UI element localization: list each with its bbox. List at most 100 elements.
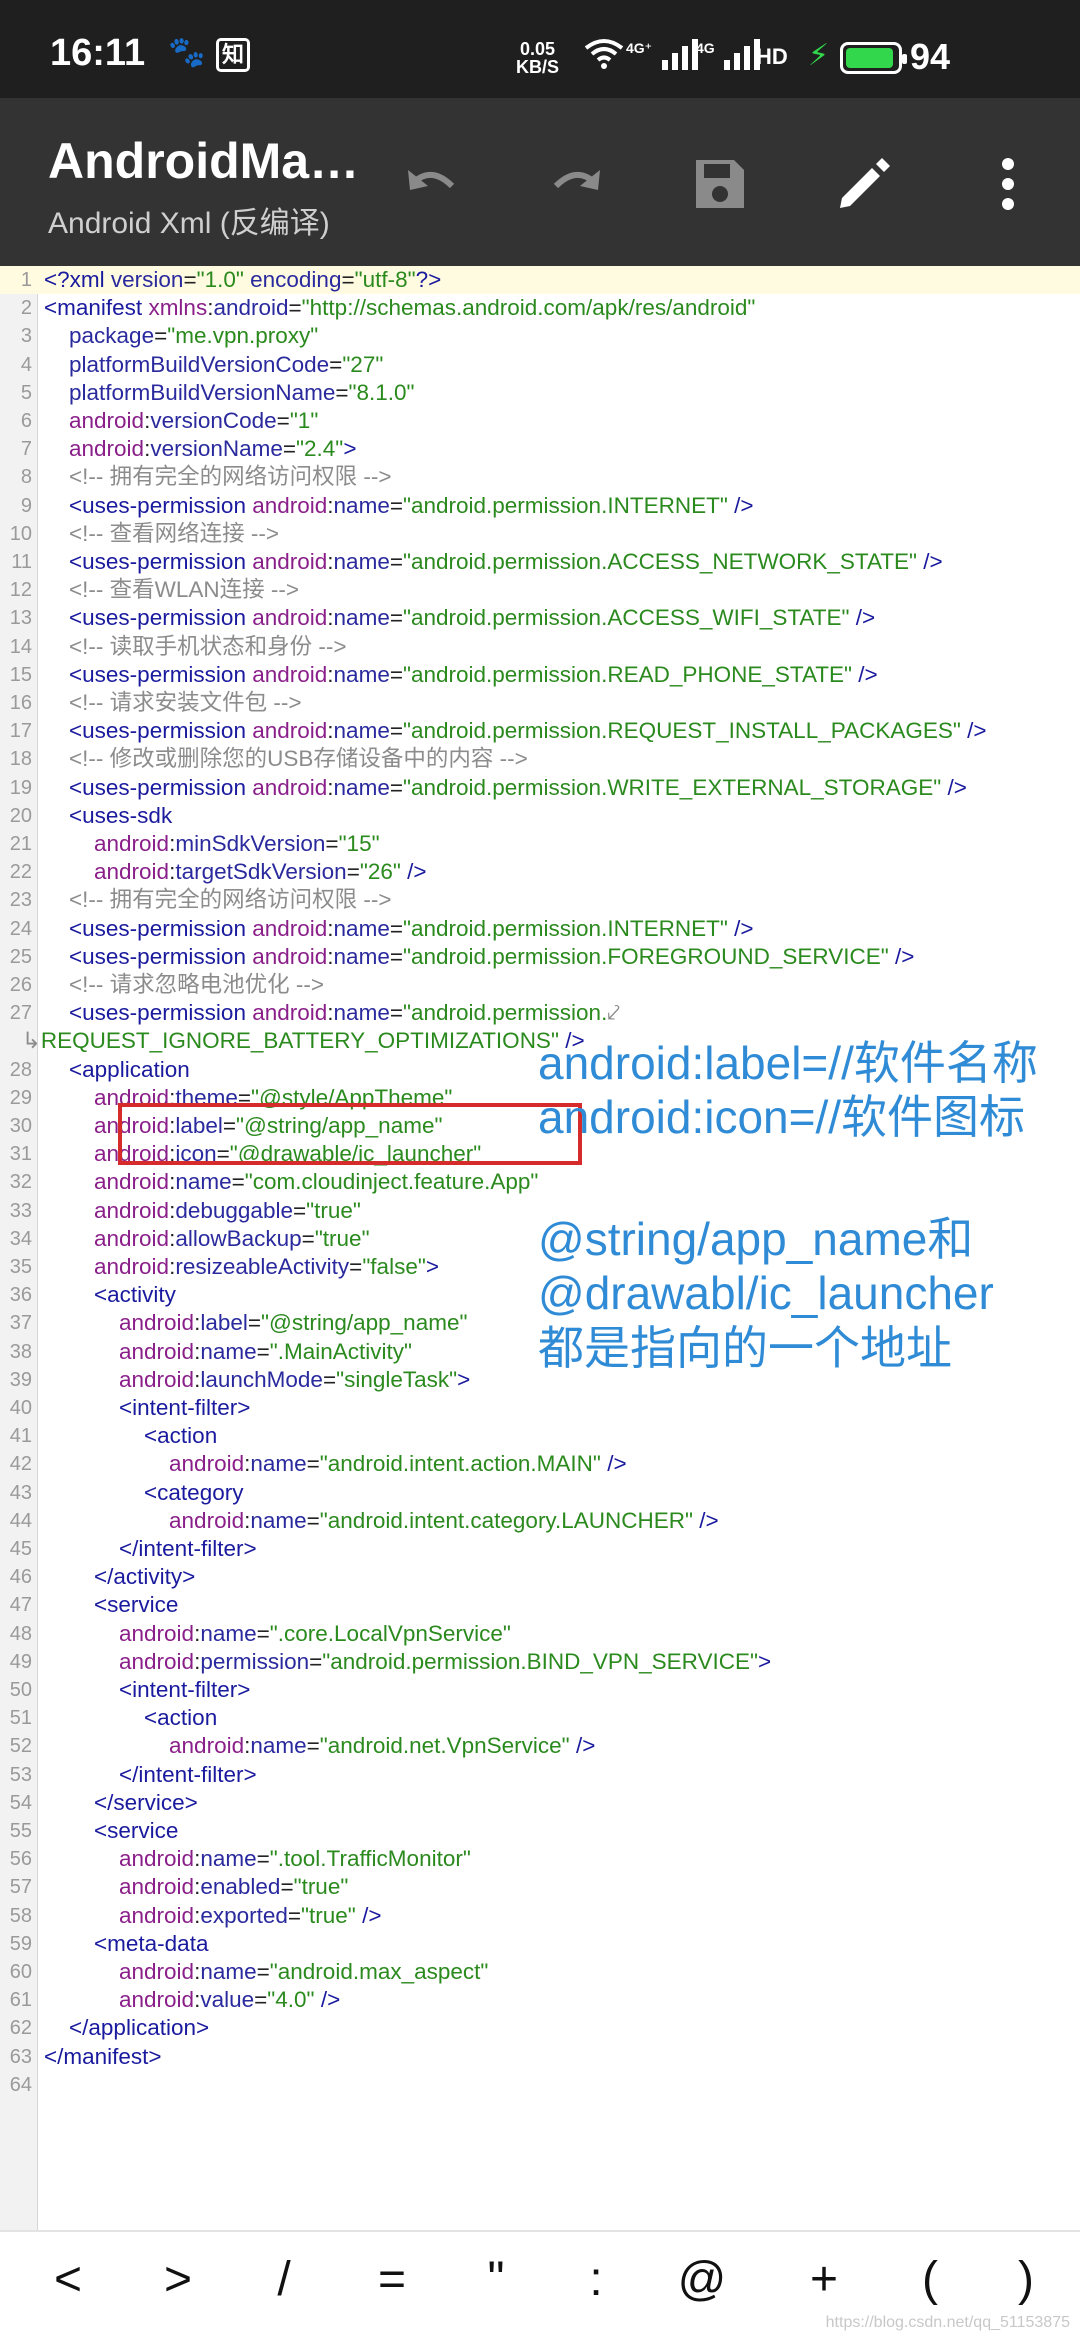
file-subtitle: Android Xml (反编译) — [48, 207, 330, 240]
code-line[interactable]: 43 <category — [0, 1479, 1080, 1507]
line-number: 53 — [9, 1763, 32, 1786]
code-line[interactable]: 19 <uses-permission android:name="androi… — [0, 774, 1080, 802]
code-line[interactable]: 17 <uses-permission android:name="androi… — [0, 717, 1080, 745]
code-line[interactable]: 22 android:targetSdkVersion="26" /> — [0, 858, 1080, 886]
code-line[interactable]: 11 <uses-permission android:name="androi… — [0, 548, 1080, 576]
line-number: 62 — [9, 2017, 32, 2040]
code-line[interactable]: 52 android:name="android.net.VpnService"… — [0, 1732, 1080, 1760]
edit-button[interactable] — [822, 142, 906, 226]
code-line[interactable]: 4 platformBuildVersionCode="27" — [0, 351, 1080, 379]
code-line[interactable]: 5 platformBuildVersionName="8.1.0" — [0, 379, 1080, 407]
code-line[interactable]: 46 </activity> — [0, 1563, 1080, 1591]
status-bar: 16:11 🐾 知 0.05 KB/S 4G⁺ 4G HD ⚡ 94 — [0, 0, 1080, 98]
symbol-key-colon[interactable]: : — [566, 2252, 626, 2307]
code-line[interactable]: 21 android:minSdkVersion="15" — [0, 830, 1080, 858]
line-number: 30 — [9, 1115, 32, 1137]
code-line[interactable]: 2 <manifest xmlns:android="http://schemas… — [0, 294, 1080, 322]
code-line[interactable]: 63 </manifest> — [0, 2043, 1080, 2071]
code-line[interactable]: 61 android:value="4.0" /> — [0, 1986, 1080, 2014]
undo-button[interactable] — [390, 142, 474, 226]
code-line[interactable]: 23 <!-- 拥有完全的网络访问权限 --> — [0, 886, 1080, 914]
line-number: 42 — [9, 1453, 32, 1476]
line-number: 49 — [9, 1650, 32, 1673]
code-line[interactable]: 24 <uses-permission android:name="androi… — [0, 915, 1080, 943]
code-line[interactable]: 18 <!-- 修改或删除您的USB存储设备中的内容 --> — [0, 745, 1080, 773]
code-line[interactable]: 53 </intent-filter> — [0, 1761, 1080, 1789]
symbol-key-gt[interactable]: > — [148, 2252, 208, 2307]
code-line[interactable]: 6 android:versionCode="1" — [0, 407, 1080, 435]
code-line[interactable]: 49 android:permission="android.permissio… — [0, 1648, 1080, 1676]
code-line[interactable]: 56 android:name=".tool.TrafficMonitor" — [0, 1845, 1080, 1873]
wifi-icon — [584, 38, 624, 77]
code-line[interactable]: 50 <intent-filter> — [0, 1676, 1080, 1704]
edit-icon — [840, 158, 890, 208]
code-line[interactable]: 40 <intent-filter> — [0, 1394, 1080, 1422]
code-line[interactable]: 42 android:name="android.intent.action.M… — [0, 1450, 1080, 1478]
save-icon — [696, 160, 744, 208]
code-line[interactable]: 32 android:name="com.cloudinject.feature… — [0, 1168, 1080, 1196]
line-number: 41 — [9, 1425, 32, 1448]
code-line[interactable]: 62 </application> — [0, 2014, 1080, 2042]
code-line[interactable]: 58 android:exported="true" /> — [0, 1902, 1080, 1930]
code-line[interactable]: 13 <uses-permission android:name="androi… — [0, 604, 1080, 632]
line-number: 47 — [9, 1594, 32, 1617]
code-line[interactable]: 1 <?xml version="1.0" encoding="utf-8"?> — [0, 266, 1080, 295]
code-line[interactable]: 14 <!-- 读取手机状态和身份 --> — [0, 633, 1080, 661]
code-line[interactable]: 10 <!-- 查看网络连接 --> — [0, 520, 1080, 548]
code-line[interactable]: 9 <uses-permission android:name="android… — [0, 492, 1080, 520]
line-number: 7 — [20, 438, 32, 461]
code-line[interactable]: 54 </service> — [0, 1789, 1080, 1817]
highlight-box — [118, 1103, 582, 1165]
line-number: 1 — [20, 269, 32, 291]
line-number: 19 — [9, 776, 32, 799]
code-line[interactable]: 20 <uses-sdk — [0, 802, 1080, 830]
code-line[interactable]: 7 android:versionName="2.4"> — [0, 435, 1080, 463]
line-number: 20 — [9, 804, 32, 827]
code-line[interactable]: 41 <action — [0, 1422, 1080, 1450]
line-number: 12 — [9, 579, 32, 602]
code-line[interactable]: 16 <!-- 请求安装文件包 --> — [0, 689, 1080, 717]
symbol-key-slash[interactable]: / — [254, 2252, 314, 2307]
code-line[interactable]: 55 <service — [0, 1817, 1080, 1845]
code-line[interactable]: 44 android:name="android.intent.category… — [0, 1507, 1080, 1535]
symbol-key-lparen[interactable]: ( — [900, 2252, 960, 2307]
hd-icon: HD — [756, 44, 788, 69]
code-line[interactable]: 48 android:name=".core.LocalVpnService" — [0, 1620, 1080, 1648]
line-number: 21 — [9, 833, 32, 855]
code-line[interactable]: 64 — [0, 2071, 1080, 2099]
symbol-key-rparen[interactable]: ) — [996, 2252, 1056, 2307]
network-speed-unit: KB/S — [516, 57, 560, 77]
redo-button[interactable] — [534, 142, 618, 226]
line-number: 27 — [9, 1002, 32, 1025]
network-type-1: 4G⁺ — [626, 40, 653, 56]
code-line[interactable]: 27 <uses-permission android:name="androi… — [0, 999, 1080, 1027]
watermark: https://blog.csdn.net/qq_51153875 — [825, 2314, 1070, 2331]
line-number: 39 — [9, 1368, 32, 1391]
code-line[interactable]: 15 <uses-permission android:name="androi… — [0, 661, 1080, 689]
code-line[interactable]: 8 <!-- 拥有完全的网络访问权限 --> — [0, 463, 1080, 491]
symbol-key-lt[interactable]: < — [38, 2252, 98, 2307]
line-number: 3 — [20, 325, 32, 348]
code-line[interactable]: 3 package="me.vpn.proxy" — [0, 322, 1080, 350]
line-number: 51 — [9, 1707, 32, 1730]
line-number: 59 — [9, 1932, 32, 1955]
code-line[interactable]: 51 <action — [0, 1704, 1080, 1732]
code-line[interactable]: 59 <meta-data — [0, 1930, 1080, 1958]
code-line[interactable]: 25 <uses-permission android:name="androi… — [0, 943, 1080, 971]
line-number: 6 — [20, 410, 32, 432]
save-button[interactable] — [678, 142, 762, 226]
more-options-button[interactable] — [966, 142, 1050, 226]
code-line[interactable]: 60 android:name="android.max_aspect" — [0, 1958, 1080, 1986]
battery-tip — [902, 54, 907, 64]
code-line[interactable]: 26 <!-- 请求忽略电池优化 --> — [0, 971, 1080, 999]
code-line[interactable]: 12 <!-- 查看WLAN连接 --> — [0, 576, 1080, 604]
battery-level: 94 — [910, 36, 951, 77]
line-number: 24 — [9, 917, 32, 940]
code-line[interactable]: 47 <service — [0, 1591, 1080, 1619]
code-line[interactable]: 57 android:enabled="true" — [0, 1873, 1080, 1901]
symbol-key-plus[interactable]: + — [794, 2252, 854, 2307]
symbol-key-quote[interactable]: " — [466, 2252, 526, 2307]
code-line[interactable]: 45 </intent-filter> — [0, 1535, 1080, 1563]
symbol-key-equals[interactable]: = — [362, 2252, 422, 2307]
symbol-key-at[interactable]: @ — [672, 2252, 732, 2307]
